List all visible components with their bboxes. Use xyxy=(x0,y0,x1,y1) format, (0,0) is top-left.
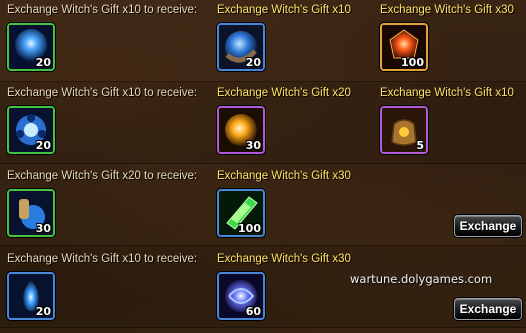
reward-label: Exchange Witch's Gift x20 xyxy=(217,87,351,99)
requirement-label: Exchange Witch's Gift x10 to receive: xyxy=(7,87,198,99)
item-quantity: 20 xyxy=(245,56,261,69)
item-quantity: 5 xyxy=(416,139,424,152)
item-quantity: 100 xyxy=(238,222,261,235)
reward-label: Exchange Witch's Gift x30 xyxy=(217,170,351,182)
item-slot[interactable]: 60 xyxy=(217,272,265,320)
reward-label: Exchange Witch's Gift x30 xyxy=(217,253,351,265)
item-quantity: 20 xyxy=(35,305,51,318)
item-slot[interactable]: 20 xyxy=(7,23,55,71)
reward-label: Exchange Witch's Gift x30 xyxy=(380,4,514,16)
item-slot[interactable]: 100 xyxy=(380,23,428,71)
watermark: wartune.dolygames.com xyxy=(350,272,493,286)
exchange-button[interactable]: Exchange xyxy=(454,215,522,237)
item-quantity: 30 xyxy=(35,222,51,235)
item-slot[interactable]: 5 xyxy=(380,106,428,154)
item-slot[interactable]: 20 xyxy=(7,272,55,320)
item-quantity: 20 xyxy=(35,56,51,69)
exchange-button[interactable]: Exchange xyxy=(454,298,522,320)
item-quantity: 100 xyxy=(401,56,424,69)
item-slot[interactable]: 30 xyxy=(7,189,55,237)
item-quantity: 60 xyxy=(245,305,261,318)
reward-label: Exchange Witch's Gift x10 xyxy=(217,4,351,16)
item-slot[interactable]: 20 xyxy=(217,23,265,71)
reward-label: Exchange Witch's Gift x10 xyxy=(380,87,514,99)
item-slot[interactable]: 30 xyxy=(217,106,265,154)
item-quantity: 20 xyxy=(35,139,51,152)
item-quantity: 30 xyxy=(245,139,261,152)
item-slot[interactable]: 100 xyxy=(217,189,265,237)
requirement-label: Exchange Witch's Gift x20 to receive: xyxy=(7,170,198,182)
requirement-label: Exchange Witch's Gift x10 to receive: xyxy=(7,4,198,16)
requirement-label: Exchange Witch's Gift x10 to receive: xyxy=(7,253,198,265)
item-slot[interactable]: 20 xyxy=(7,106,55,154)
